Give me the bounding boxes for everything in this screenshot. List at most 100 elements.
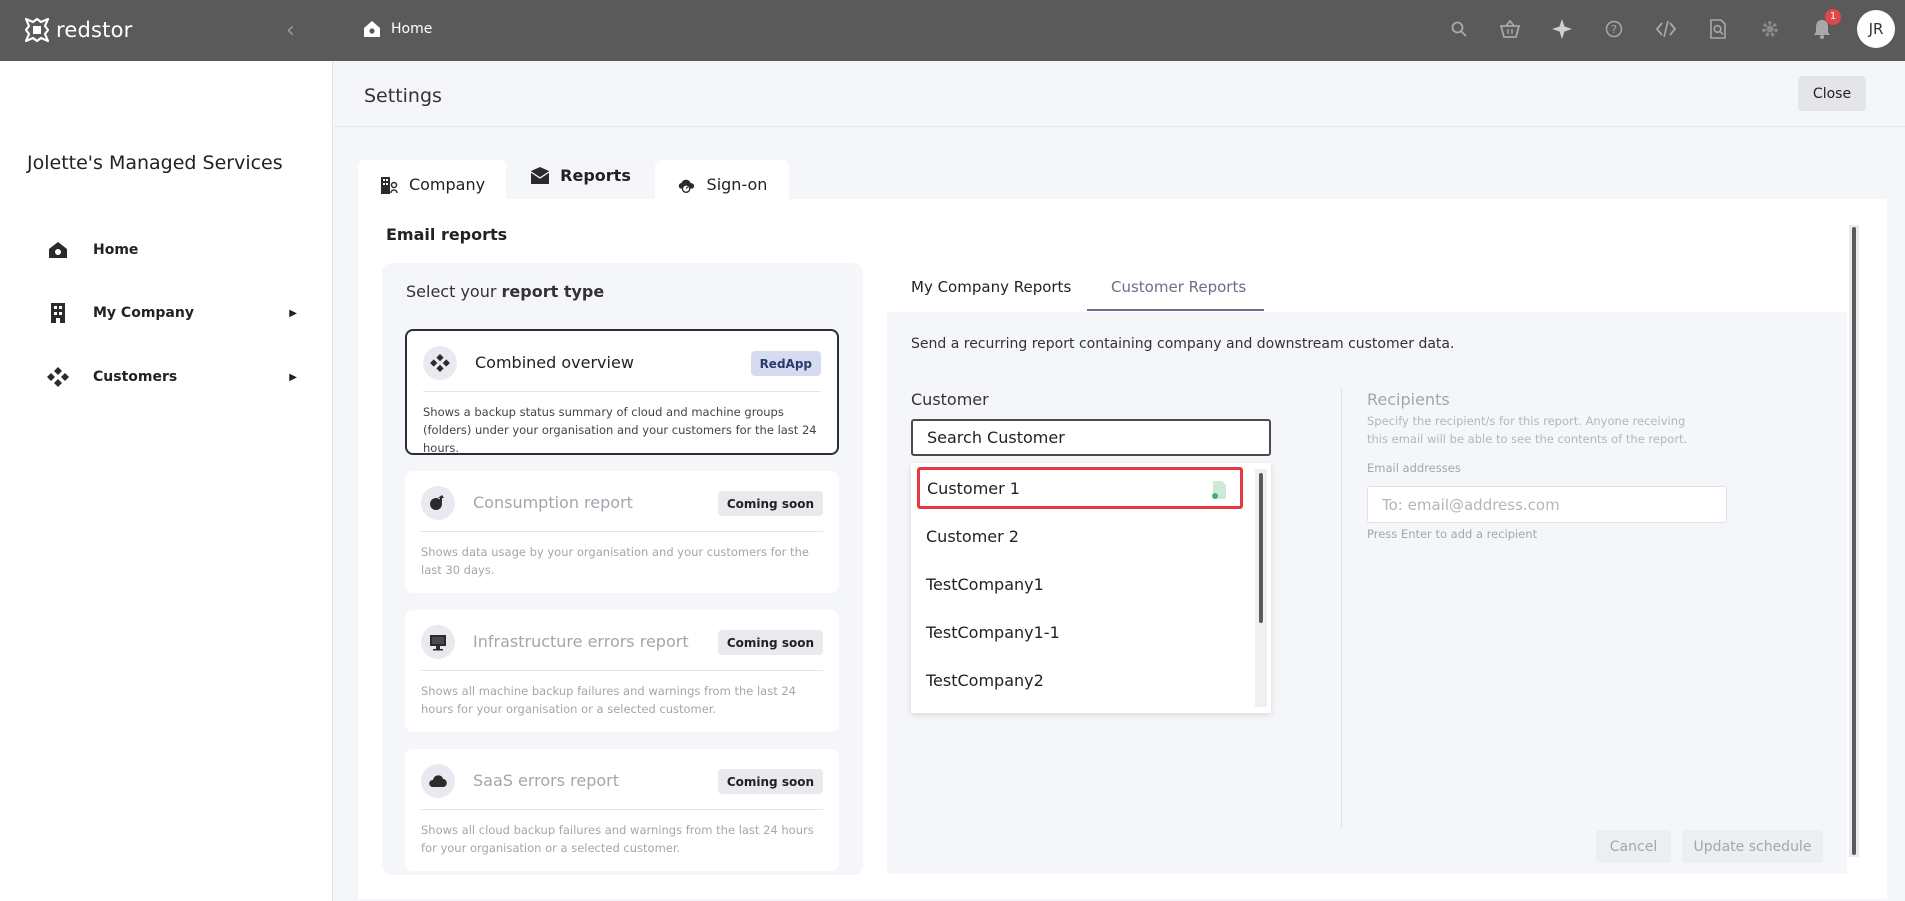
audit-search-button[interactable] — [1707, 18, 1729, 40]
dropdown-item-customer-2[interactable]: Customer 2 — [926, 515, 1246, 557]
report-card-saas-errors[interactable]: SaaS errors report Coming soon Shows all… — [405, 749, 839, 871]
collapse-sidebar-button[interactable]: ‹ — [286, 18, 295, 43]
scrollbar-thumb[interactable] — [1259, 473, 1263, 623]
diamond-cluster-icon — [47, 366, 69, 388]
divider — [421, 531, 823, 532]
sidebar: Jolette's Managed Services Home My Compa… — [0, 61, 333, 901]
basket-button[interactable] — [1499, 18, 1521, 40]
customer-dropdown: Customer 1 Customer 2 TestCompany1 TestC… — [911, 463, 1271, 713]
email-field[interactable]: To: email@address.com — [1367, 486, 1727, 523]
page-title: Settings — [364, 85, 442, 107]
report-title: SaaS errors report — [473, 771, 620, 790]
dropdown-item-testcompany2[interactable]: TestCompany2 — [926, 659, 1246, 701]
gear-icon — [1762, 21, 1778, 37]
tab-reports[interactable]: Reports — [515, 151, 646, 200]
dropdown-item-label: Customer 2 — [926, 526, 1019, 546]
brand-name: redstor — [56, 18, 133, 42]
customer-search-input[interactable]: Search Customer — [911, 419, 1271, 456]
report-card-consumption[interactable]: Consumption report Coming soon Shows dat… — [405, 471, 839, 593]
sidebar-item-home[interactable]: Home — [47, 235, 297, 265]
monitor-icon — [421, 625, 455, 659]
report-title: Combined overview — [475, 353, 634, 372]
report-description: Shows all cloud backup failures and warn… — [421, 823, 814, 855]
chevron-left-icon: ‹ — [286, 18, 295, 43]
ai-button[interactable] — [1551, 18, 1573, 40]
heading-bold: report type — [501, 282, 605, 301]
search-button[interactable] — [1448, 18, 1470, 40]
customer-label: Customer — [911, 390, 989, 409]
organization-name: Jolette's Managed Services — [27, 152, 283, 174]
sidebar-item-my-company[interactable]: My Company ▶ — [47, 298, 297, 328]
document-check-icon — [1212, 481, 1226, 499]
intro-text: Send a recurring report containing compa… — [911, 336, 1455, 352]
consumption-icon — [421, 486, 455, 520]
page-scrollbar[interactable] — [1849, 225, 1859, 857]
dropdown-item-customer-1[interactable]: Customer 1 — [917, 467, 1243, 509]
developer-button[interactable] — [1655, 18, 1677, 40]
close-button[interactable]: Close — [1798, 76, 1866, 111]
active-tab-indicator — [1087, 309, 1264, 311]
breadcrumb: Home — [363, 20, 432, 38]
cancel-button[interactable]: Cancel — [1596, 830, 1671, 863]
svg-text:?: ? — [1611, 23, 1617, 36]
help-button[interactable]: ? — [1603, 18, 1625, 40]
report-title: Consumption report — [473, 493, 633, 512]
notification-badge: 1 — [1825, 9, 1841, 25]
cloud-key-icon — [678, 179, 694, 193]
top-bar: redstor ‹ Home ? 1 JR — [0, 0, 1905, 61]
report-title: Infrastructure errors report — [473, 632, 689, 651]
expand-arrow-icon[interactable]: ▶ — [289, 308, 297, 319]
sidebar-item-label: Customers — [93, 369, 178, 385]
dropdown-item-label: Customer 1 — [927, 478, 1020, 498]
sparkle-icon — [1552, 19, 1572, 39]
recipients-title: Recipients — [1367, 390, 1450, 409]
email-reports-title: Email reports — [386, 225, 508, 244]
report-description: Shows data usage by your organisation an… — [421, 545, 809, 577]
sidebar-item-customers[interactable]: Customers ▶ — [47, 362, 297, 392]
heading-prefix: Select your — [406, 282, 502, 301]
status-badge: RedApp — [750, 351, 821, 376]
tab-label: Reports — [560, 166, 631, 185]
search-icon — [1451, 21, 1467, 37]
diamond-cluster-icon — [423, 346, 457, 380]
dropdown-item-label: TestCompany2 — [926, 670, 1044, 690]
dropdown-item-label: TestCompany1 — [926, 574, 1044, 594]
settings-header: Settings Close — [334, 61, 1905, 127]
divider — [421, 809, 823, 810]
search-document-icon — [1710, 19, 1726, 39]
dropdown-item-label: TestCompany1-1 — [926, 622, 1060, 642]
breadcrumb-home[interactable]: Home — [391, 21, 432, 37]
brand[interactable]: redstor — [24, 14, 132, 46]
recipients-help: Specify the recipient/s for this report.… — [1367, 414, 1688, 446]
divider — [423, 391, 821, 392]
report-card-combined-overview[interactable]: Combined overview RedApp Shows a backup … — [405, 329, 839, 455]
home-icon — [47, 239, 69, 261]
dropdown-item-testcompany1[interactable]: TestCompany1 — [926, 563, 1246, 605]
notifications-button[interactable]: 1 — [1811, 9, 1841, 40]
update-schedule-button[interactable]: Update schedule — [1682, 830, 1823, 863]
scrollbar-thumb[interactable] — [1852, 227, 1856, 855]
sidebar-item-label: My Company — [93, 305, 194, 321]
report-description: Shows all machine backup failures and wa… — [421, 684, 797, 716]
tab-my-company-reports[interactable]: My Company Reports — [911, 278, 1071, 296]
help-icon: ? — [1605, 20, 1623, 38]
tab-label: Company — [408, 175, 486, 194]
avatar[interactable]: JR — [1857, 10, 1895, 48]
code-icon — [1656, 20, 1676, 38]
dropdown-scrollbar[interactable] — [1255, 469, 1267, 707]
home-icon — [364, 21, 380, 37]
tab-label: Sign-on — [706, 175, 768, 194]
redstor-logo-icon — [24, 17, 50, 43]
status-badge: Coming soon — [717, 769, 823, 794]
dropdown-item-testcompany1-1[interactable]: TestCompany1-1 — [926, 611, 1246, 653]
company-icon — [380, 176, 398, 194]
status-badge: Coming soon — [717, 491, 823, 516]
expand-arrow-icon[interactable]: ▶ — [289, 372, 297, 383]
settings-button[interactable] — [1759, 18, 1781, 40]
report-card-infrastructure-errors[interactable]: Infrastructure errors report Coming soon… — [405, 610, 839, 732]
enter-hint: Press Enter to add a recipient — [1367, 527, 1538, 541]
status-badge: Coming soon — [717, 630, 823, 655]
tab-customer-reports[interactable]: Customer Reports — [1111, 278, 1246, 296]
email-addresses-label: Email addresses — [1367, 461, 1461, 475]
report-description: Shows a backup status summary of cloud a… — [423, 405, 817, 455]
